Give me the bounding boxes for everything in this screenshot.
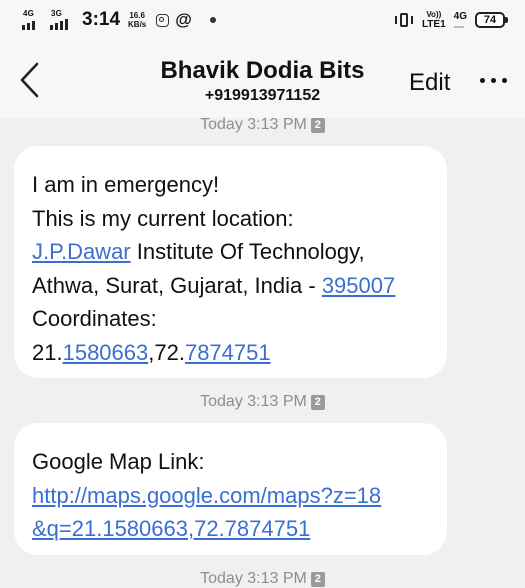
vibrate-icon — [394, 11, 414, 29]
message-text: 21. — [32, 339, 63, 365]
at-icon: @ — [175, 10, 192, 29]
map-url-link[interactable]: http://maps.google.com/maps?z=18 — [32, 483, 381, 508]
volte-label: Vo)) — [426, 10, 442, 19]
network-type: 4G — [453, 11, 467, 28]
more-options-button[interactable] — [480, 78, 507, 83]
timestamp-text: Today 3:13 PM — [200, 393, 307, 410]
sim1-network-label: 4G — [23, 9, 35, 18]
timestamp-text: Today 3:13 PM — [200, 116, 307, 133]
more-dots-icon — [480, 78, 485, 83]
network-speed: 16.6 KB/s — [128, 11, 146, 29]
message-text: ,72. — [148, 339, 185, 365]
message-line: Athwa, Surat, Gujarat, India - 395007 — [32, 269, 447, 303]
message-text: Athwa, Surat, Gujarat, India - — [32, 272, 322, 298]
notification-dot-icon — [209, 17, 216, 23]
signal-icon — [22, 21, 35, 30]
message-line: I am in emergency! — [32, 172, 220, 197]
conversation-header: Bhavik Dodia Bits +919913971152 Edit — [0, 40, 525, 118]
message-line: This is my current location: — [32, 205, 294, 231]
timestamp-text: Today 3:13 PM — [200, 570, 307, 587]
status-bar: 4G 3G 3:14 16.6 KB/s @ Vo)) LTE1 4G 74 — [0, 0, 525, 40]
message-bubble[interactable]: Google Map Link: http://maps.google.com/… — [14, 423, 447, 555]
battery-level: 74 — [483, 14, 497, 26]
message-line: Google Map Link: — [32, 449, 205, 474]
number-link[interactable]: 7874751 — [185, 340, 271, 365]
message-timestamp: Today 3:13 PM 2 — [0, 570, 525, 588]
message-line: Coordinates: — [32, 306, 157, 331]
number-link[interactable]: 1580663 — [63, 340, 149, 365]
lte-label: LTE1 — [421, 19, 446, 30]
sim-badge: 2 — [310, 394, 325, 410]
message-line: http://maps.google.com/maps?z=18 — [32, 479, 447, 513]
sim1-signal: 4G — [22, 9, 44, 30]
map-url-link[interactable]: &q=21.1580663,72.7874751 — [32, 516, 310, 541]
instagram-icon — [156, 13, 170, 27]
volte-icon: Vo)) LTE1 — [422, 10, 446, 30]
sim-badge: 2 — [310, 117, 325, 133]
message-bubble[interactable]: I am in emergency! This is my current lo… — [14, 146, 447, 378]
message-line: J.P.Dawar Institute Of Technology, — [32, 235, 447, 269]
network-speed-unit: KB/s — [128, 20, 147, 29]
sim-badge: 2 — [310, 571, 325, 587]
status-bar-right: Vo)) LTE1 4G 74 — [394, 10, 508, 30]
data-activity-icon — [453, 22, 464, 28]
network-type-label: 4G — [453, 11, 467, 22]
clock: 3:14 — [82, 9, 121, 30]
signal-icon — [50, 19, 68, 30]
message-timestamp: Today 3:13 PM 2 — [0, 116, 525, 134]
edit-button[interactable]: Edit — [409, 69, 450, 97]
message-timestamp: Today 3:13 PM 2 — [0, 393, 525, 411]
postal-code-link[interactable]: 395007 — [322, 273, 395, 298]
message-line: 21.1580663,72.7874751 — [32, 336, 447, 370]
network-speed-value: 16.6 — [129, 11, 145, 20]
battery-icon: 74 — [475, 12, 508, 28]
message-line: &q=21.1580663,72.7874751 — [32, 512, 447, 546]
message-text: Institute Of Technology, — [130, 239, 365, 264]
sim2-network-label: 3G — [51, 9, 63, 18]
sim2-signal: 3G — [50, 9, 72, 30]
status-bar-left: 4G 3G 3:14 16.6 KB/s @ — [22, 9, 216, 31]
address-link[interactable]: J.P.Dawar — [32, 239, 131, 264]
